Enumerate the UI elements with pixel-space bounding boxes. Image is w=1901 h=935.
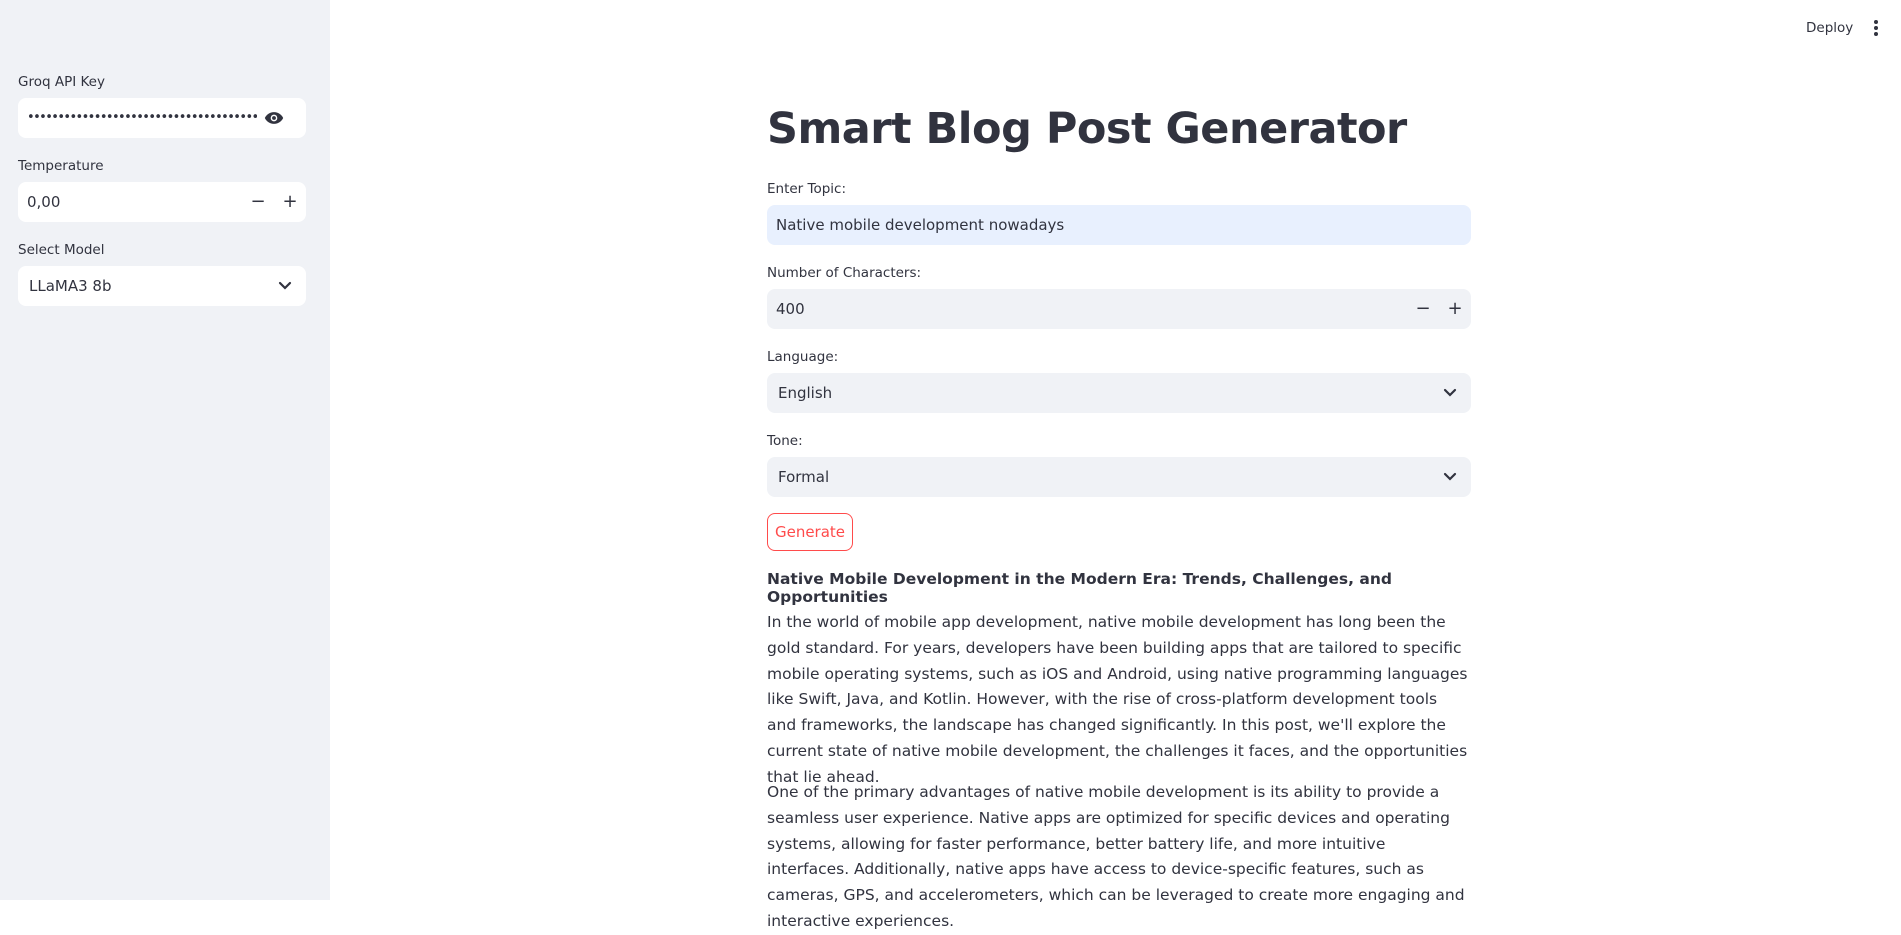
model-select[interactable]: LLaMA3 8b xyxy=(18,266,306,306)
language-select[interactable]: English xyxy=(767,373,1471,413)
temperature-label: Temperature xyxy=(18,158,104,174)
chars-plus-button[interactable]: + xyxy=(1441,289,1469,329)
api-key-label: Groq API Key xyxy=(18,74,105,90)
model-value: LLaMA3 8b xyxy=(29,277,112,295)
deploy-button[interactable]: Deploy xyxy=(1806,20,1853,36)
tone-value: Formal xyxy=(778,468,830,486)
temperature-plus-button[interactable]: + xyxy=(276,182,304,222)
kebab-menu-icon[interactable] xyxy=(1870,18,1882,38)
chevron-down-icon xyxy=(1443,472,1457,481)
temperature-value[interactable]: 0,00 xyxy=(27,182,60,222)
chevron-down-icon xyxy=(278,281,292,290)
model-label: Select Model xyxy=(18,242,105,258)
tone-label: Tone: xyxy=(767,433,803,449)
topic-value[interactable]: Native mobile development nowadays xyxy=(776,205,1064,245)
api-key-field[interactable]: ••••••••••••••••••••••••••••••••••••••••… xyxy=(18,98,306,138)
topic-input[interactable]: Native mobile development nowadays xyxy=(767,205,1471,245)
api-key-value[interactable]: ••••••••••••••••••••••••••••••••••••••••… xyxy=(27,98,257,138)
chars-value[interactable]: 400 xyxy=(776,289,805,329)
generate-button[interactable]: Generate xyxy=(767,513,853,551)
chars-stepper[interactable]: 400 − + xyxy=(767,289,1471,329)
language-value: English xyxy=(778,384,833,402)
chevron-down-icon xyxy=(1443,388,1457,397)
post-paragraph: In the world of mobile app development, … xyxy=(767,613,1468,786)
tone-select[interactable]: Formal xyxy=(767,457,1471,497)
temperature-stepper[interactable]: 0,00 − + xyxy=(18,182,306,222)
sidebar: Groq API Key •••••••••••••••••••••••••••… xyxy=(0,0,330,900)
post-paragraph: One of the primary advantages of native … xyxy=(767,783,1465,930)
chars-label: Number of Characters: xyxy=(767,265,922,281)
language-label: Language: xyxy=(767,349,839,365)
page-title: Smart Blog Post Generator xyxy=(767,104,1407,154)
chars-minus-button[interactable]: − xyxy=(1409,289,1437,329)
temperature-minus-button[interactable]: − xyxy=(244,182,272,222)
post-title: Native Mobile Development in the Modern … xyxy=(767,570,1392,606)
eye-icon[interactable] xyxy=(264,110,284,126)
topic-label: Enter Topic: xyxy=(767,181,847,197)
